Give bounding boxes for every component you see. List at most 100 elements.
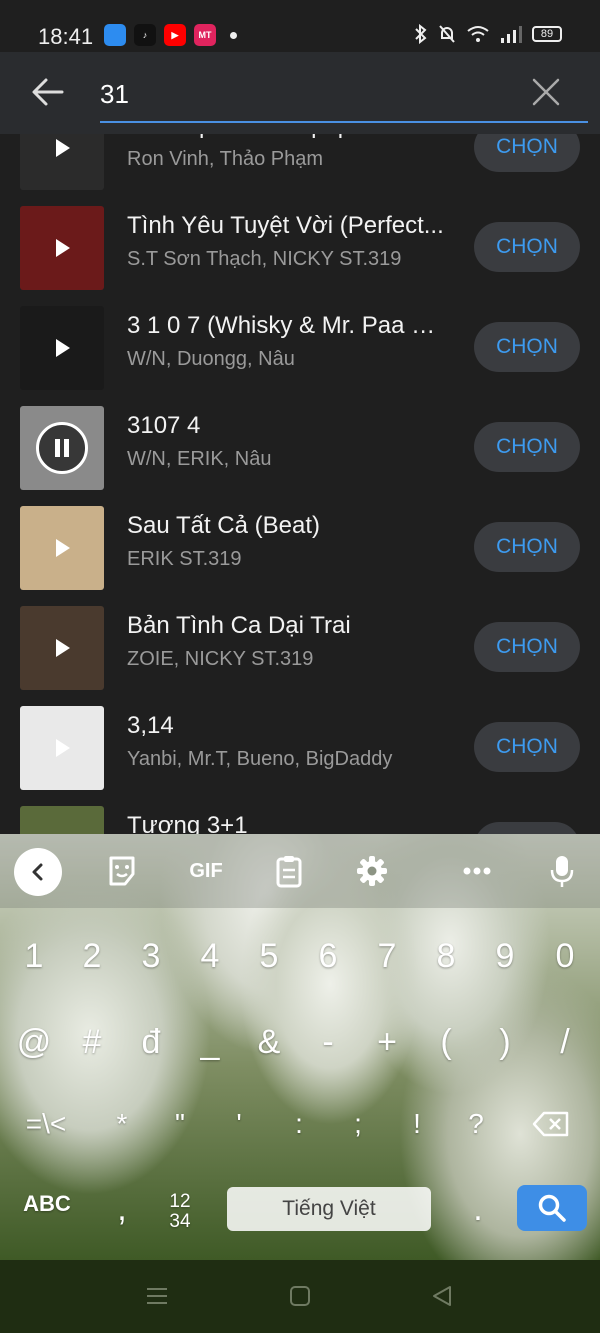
key[interactable]: ! xyxy=(389,1094,445,1154)
clipboard-button[interactable] xyxy=(270,852,308,890)
key[interactable]: + xyxy=(359,1012,415,1072)
choose-button[interactable]: CHỌN xyxy=(474,822,580,834)
key[interactable]: =\< xyxy=(18,1094,74,1154)
play-icon[interactable] xyxy=(51,737,73,759)
key[interactable]: ' xyxy=(211,1094,267,1154)
song-thumbnail[interactable] xyxy=(20,134,104,190)
back-nav-button[interactable] xyxy=(430,1284,456,1310)
result-row[interactable]: Sau Tất Cả (Beat) ERIK ST.319 CHỌN xyxy=(0,498,600,598)
key[interactable]: # xyxy=(64,1012,120,1072)
settings-button[interactable] xyxy=(353,852,391,890)
clear-search-button[interactable] xyxy=(530,76,562,108)
pause-icon[interactable] xyxy=(36,422,88,474)
song-thumbnail[interactable] xyxy=(20,706,104,790)
choose-button[interactable]: CHỌN xyxy=(474,222,580,272)
song-thumbnail[interactable] xyxy=(20,806,104,834)
song-thumbnail[interactable] xyxy=(20,206,104,290)
key[interactable]: 7 xyxy=(359,926,415,986)
sticker-button[interactable] xyxy=(103,852,141,890)
abc-key[interactable]: ABC xyxy=(18,1174,76,1234)
key[interactable]: : xyxy=(271,1094,327,1154)
more-options-button[interactable] xyxy=(458,852,496,890)
result-row[interactable]: 3107 4 W/N, ERIK, Nâu CHỌN xyxy=(0,398,600,498)
song-title: 3107 4 xyxy=(127,412,201,439)
backspace-icon xyxy=(532,1111,569,1137)
key[interactable]: @ xyxy=(6,1012,62,1072)
key[interactable]: ( xyxy=(418,1012,474,1072)
backspace-key[interactable] xyxy=(526,1094,576,1154)
search-icon xyxy=(538,1194,566,1222)
result-row[interactable]: Tượng 3+1 CHỌN xyxy=(0,798,600,834)
chevron-left-icon xyxy=(32,863,43,881)
search-key[interactable] xyxy=(517,1185,587,1231)
numpad-key[interactable]: 12 34 xyxy=(152,1182,208,1242)
search-underline xyxy=(100,121,588,123)
more-dots-icon xyxy=(463,867,491,875)
bluetooth-icon xyxy=(415,24,427,44)
play-icon[interactable] xyxy=(51,237,73,259)
key[interactable]: 3 xyxy=(123,926,179,986)
key[interactable]: đ xyxy=(123,1012,179,1072)
recent-apps-button[interactable] xyxy=(145,1284,171,1310)
song-thumbnail[interactable] xyxy=(20,306,104,390)
key[interactable]: - xyxy=(300,1012,356,1072)
key[interactable]: 4 xyxy=(182,926,238,986)
choose-button[interactable]: CHỌN xyxy=(474,622,580,672)
result-row[interactable]: 3,14 Yanbi, Mr.T, Bueno, BigDaddy CHỌN xyxy=(0,698,600,798)
key[interactable]: 8 xyxy=(418,926,474,986)
signal-icon xyxy=(501,26,522,43)
comma-key[interactable]: , xyxy=(94,1179,150,1239)
key[interactable]: & xyxy=(241,1012,297,1072)
key[interactable]: ? xyxy=(448,1094,504,1154)
space-key[interactable]: Tiếng Việt xyxy=(227,1187,431,1231)
key[interactable]: 0 xyxy=(537,926,593,986)
home-button[interactable] xyxy=(288,1284,314,1310)
battery-indicator: 89 xyxy=(532,26,562,42)
choose-button[interactable]: CHỌN xyxy=(474,134,580,172)
status-time: 18:41 xyxy=(38,24,94,49)
song-thumbnail[interactable] xyxy=(20,606,104,690)
song-thumbnail[interactable] xyxy=(20,506,104,590)
play-icon[interactable] xyxy=(51,137,73,159)
key[interactable]: 1 xyxy=(6,926,62,986)
play-icon[interactable] xyxy=(51,637,73,659)
play-icon[interactable] xyxy=(51,537,73,559)
choose-button[interactable]: CHỌN xyxy=(474,322,580,372)
more-notifications-dot xyxy=(230,31,237,39)
sticker-icon xyxy=(109,856,135,886)
result-row[interactable]: 3 1 0 7 (Whisky & Mr. Paa R... W/N, Duong… xyxy=(0,298,600,398)
key[interactable]: ) xyxy=(477,1012,533,1072)
song-artist: ZOIE, NICKY ST.319 xyxy=(127,648,314,670)
key[interactable]: * xyxy=(94,1094,150,1154)
period-key[interactable]: . xyxy=(450,1179,506,1239)
song-thumbnail[interactable] xyxy=(20,406,104,490)
key[interactable]: / xyxy=(537,1012,593,1072)
results-list[interactable]: Mashup 31 Hit V-pop 2016 Ron Vinh, Thảo P… xyxy=(0,134,600,834)
song-title: 3,14 xyxy=(127,712,174,739)
song-artist: Yanbi, Mr.T, Bueno, BigDaddy xyxy=(127,748,393,770)
choose-button[interactable]: CHỌN xyxy=(474,722,580,772)
gear-icon xyxy=(357,856,387,886)
song-title: Sau Tất Cả (Beat) xyxy=(127,512,320,539)
result-row[interactable]: Mashup 31 Hit V-pop 2016 Ron Vinh, Thảo P… xyxy=(0,134,600,198)
result-row[interactable]: Tình Yêu Tuyệt Vời (Perfect... S.T Sơn Th… xyxy=(0,198,600,298)
gif-button[interactable]: GIF xyxy=(184,852,228,890)
choose-button[interactable]: CHỌN xyxy=(474,522,580,572)
key[interactable]: " xyxy=(152,1094,208,1154)
search-input[interactable] xyxy=(100,72,520,116)
key[interactable]: 9 xyxy=(477,926,533,986)
key[interactable]: ; xyxy=(330,1094,386,1154)
key[interactable]: 5 xyxy=(241,926,297,986)
collapse-toolbar-button[interactable] xyxy=(14,848,62,896)
microphone-icon xyxy=(550,856,574,887)
key[interactable]: 2 xyxy=(64,926,120,986)
choose-button[interactable]: CHỌN xyxy=(474,422,580,472)
key[interactable]: _ xyxy=(182,1012,238,1072)
notification-icons: ♪ ▶ MT xyxy=(104,24,237,46)
play-icon[interactable] xyxy=(51,337,73,359)
numpad-label-bottom: 34 xyxy=(169,1211,191,1232)
key[interactable]: 6 xyxy=(300,926,356,986)
back-button[interactable] xyxy=(30,74,66,110)
result-row[interactable]: Bản Tình Ca Dại Trai ZOIE, NICKY ST.319 CH… xyxy=(0,598,600,698)
voice-input-button[interactable] xyxy=(543,852,581,890)
